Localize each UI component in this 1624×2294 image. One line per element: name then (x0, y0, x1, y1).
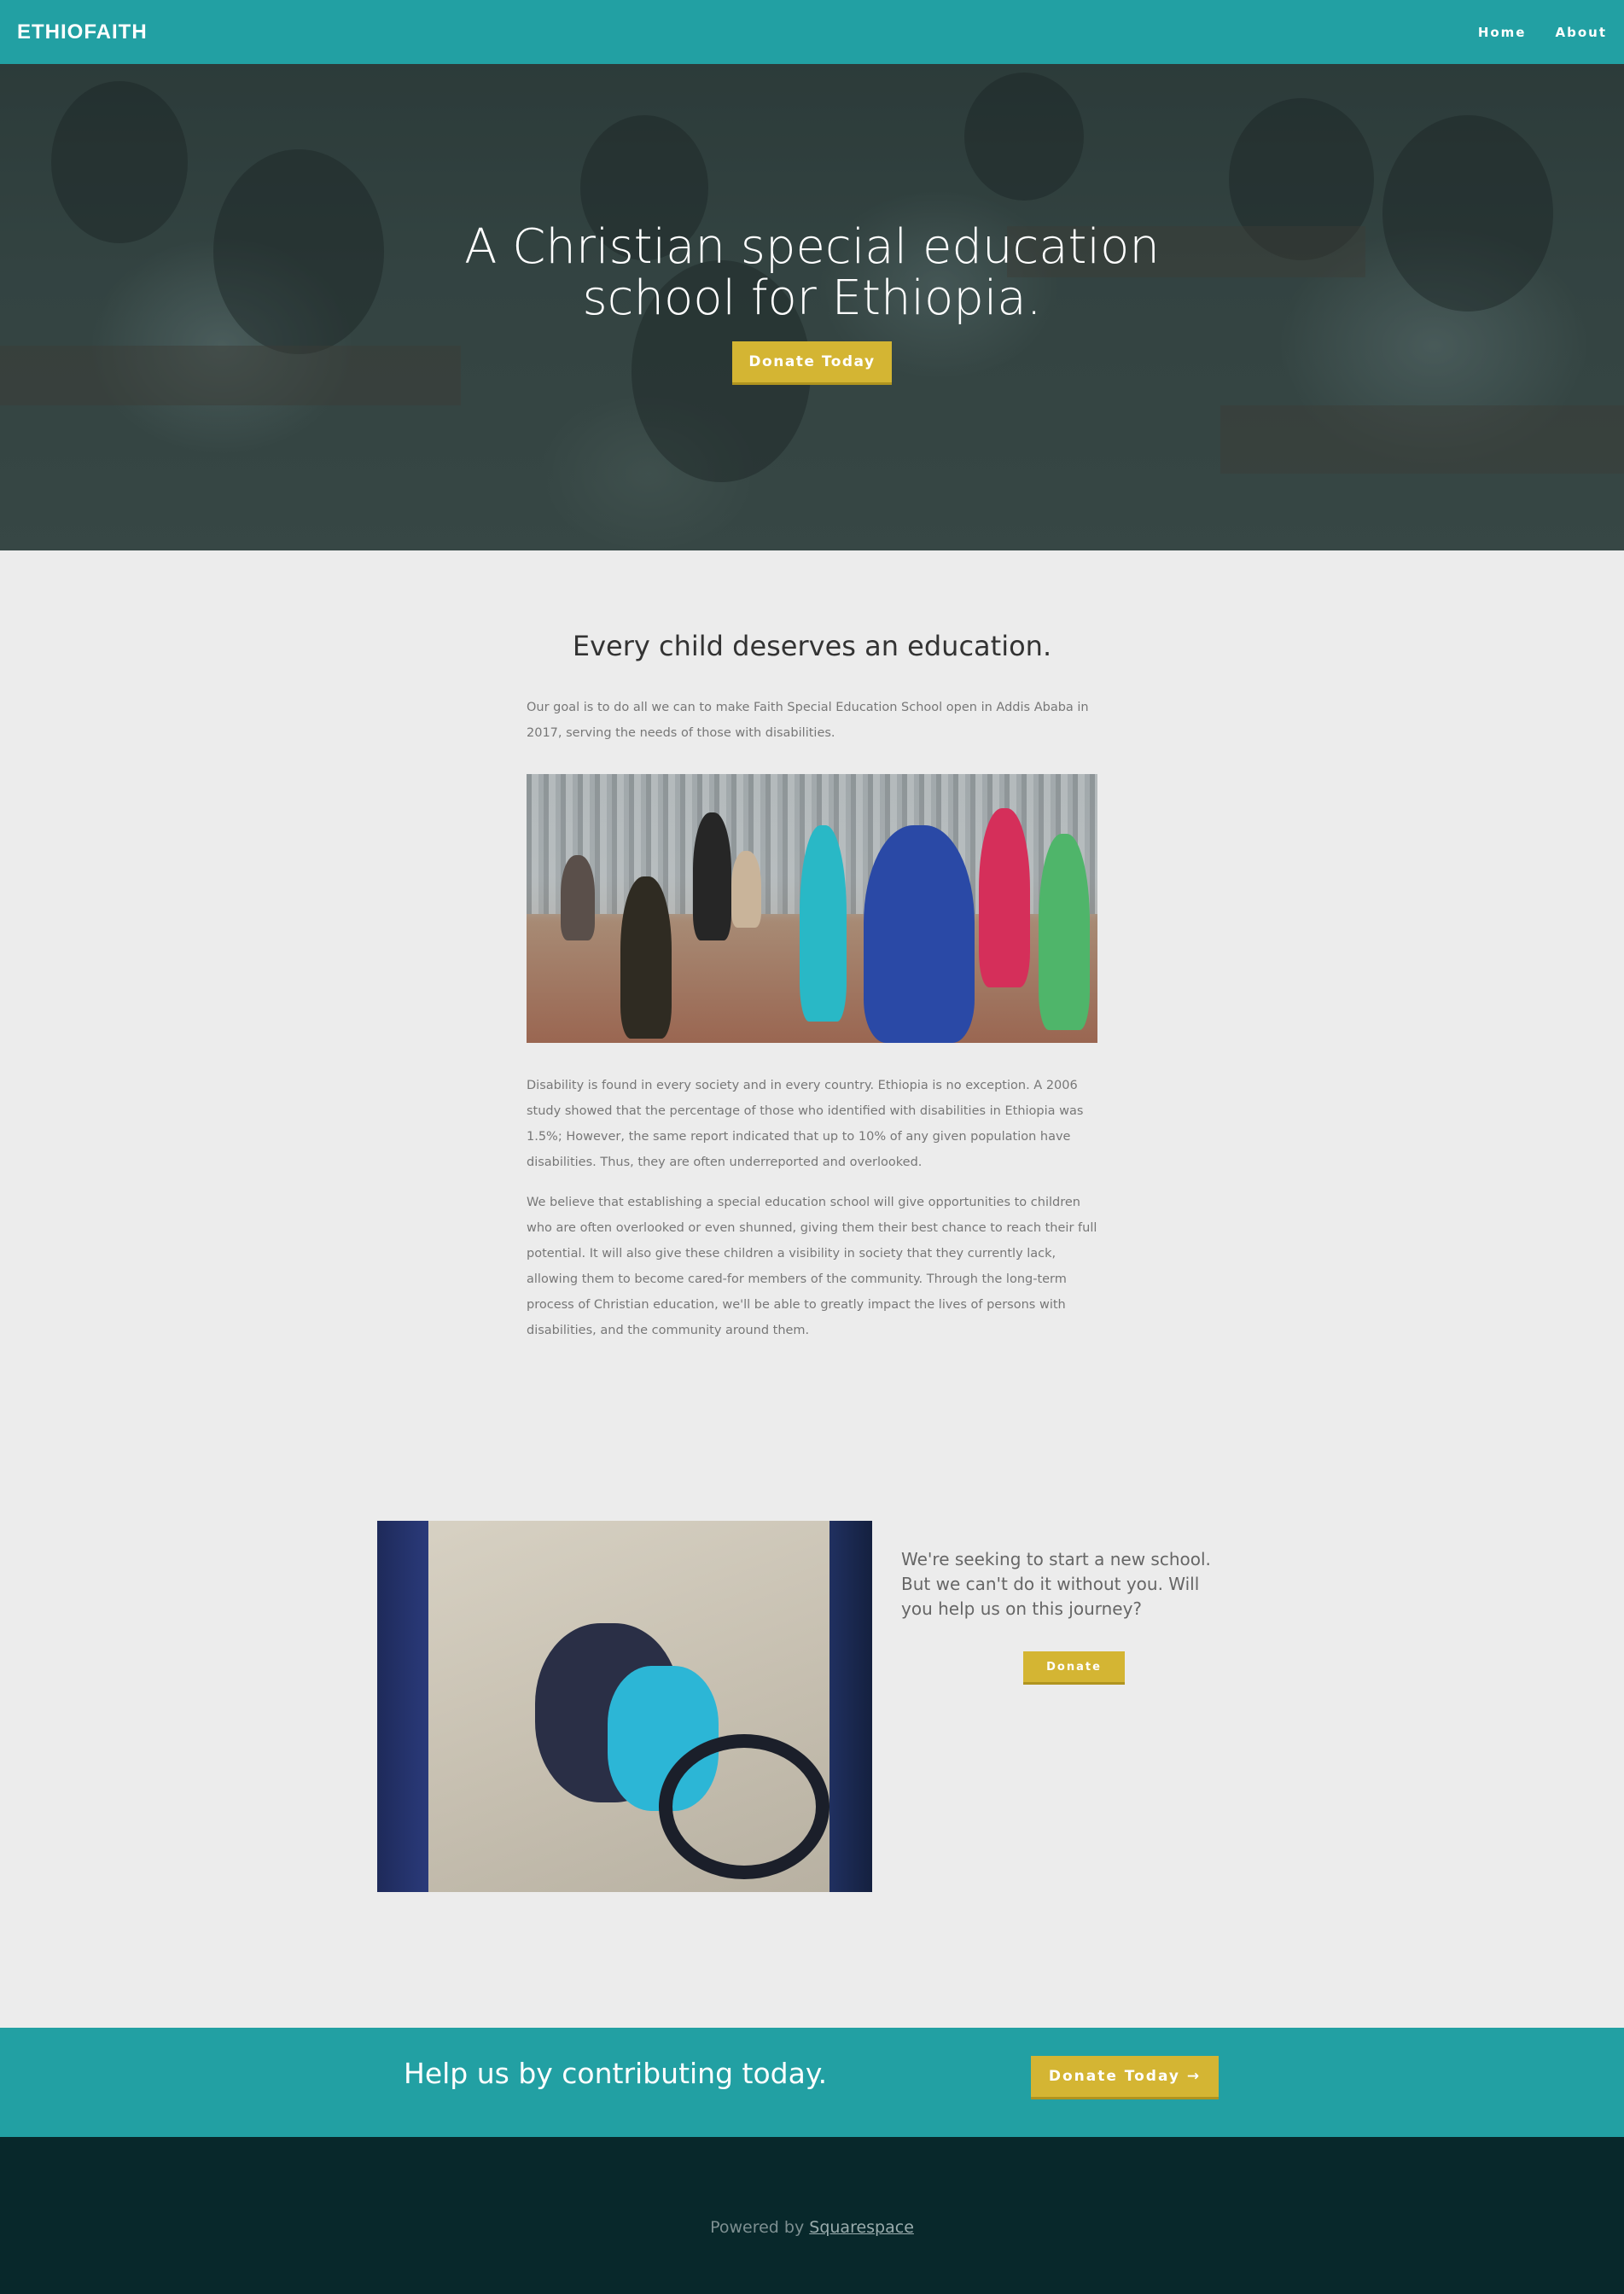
cta-banner: Help us by contributing today. Donate To… (0, 2028, 1624, 2137)
belief-paragraph: We believe that establishing a special e… (527, 1196, 1097, 1337)
disability-paragraph: Disability is found in every society and… (527, 1079, 1084, 1169)
hero-content: A Christian special education school for… (0, 64, 1624, 550)
nav-link-about[interactable]: About (1555, 25, 1607, 40)
squarespace-link[interactable]: Squarespace (809, 2218, 914, 2237)
cta-donate-button[interactable]: Donate Today → (1031, 2056, 1219, 2097)
top-navigation: ETHIOFAITH Home About (0, 0, 1624, 64)
footer: Powered by Squarespace (0, 2137, 1624, 2294)
site-logo[interactable]: ETHIOFAITH (17, 20, 148, 44)
hero-banner: A Christian special education school for… (0, 64, 1624, 550)
wheelchair-student-photo (377, 1521, 872, 1892)
hero-donate-button[interactable]: Donate Today (732, 341, 892, 382)
children-playing-photo (527, 774, 1097, 1043)
nav-link-home[interactable]: Home (1478, 25, 1527, 40)
section-title: Every child deserves an education. (572, 630, 1052, 662)
hero-title: A Christian special education school for… (464, 219, 1160, 326)
footer-prefix: Powered by (710, 2218, 805, 2237)
seeking-text: We're seeking to start a new school. But… (901, 1549, 1211, 1619)
footer-credit: Powered by Squarespace (0, 2218, 1624, 2237)
cta-text: Help us by contributing today. (404, 2057, 828, 2090)
donate-button[interactable]: Donate (1023, 1651, 1125, 1682)
nav-links: Home About (1478, 25, 1607, 40)
goal-paragraph: Our goal is to do all we can to make Fai… (527, 701, 1089, 740)
